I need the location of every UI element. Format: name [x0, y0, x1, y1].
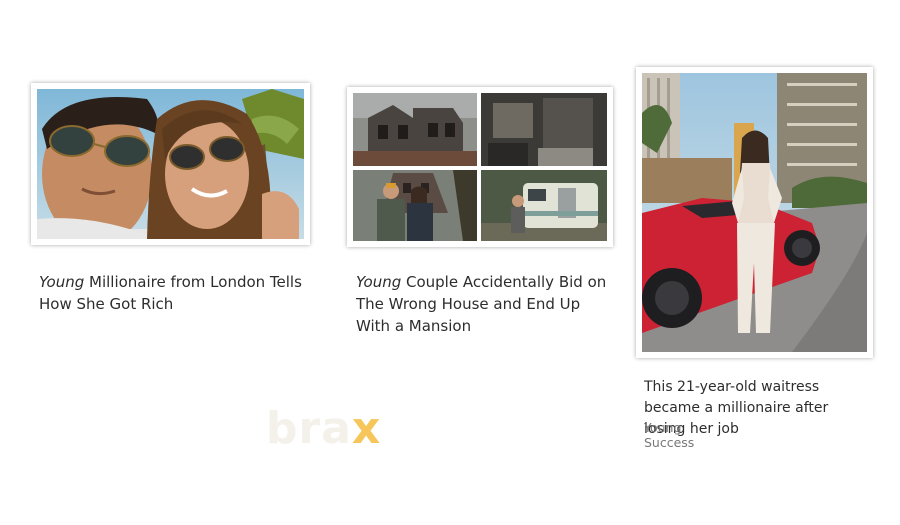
article-image-frame-1[interactable]: [31, 83, 310, 245]
headline-italic-2: Young: [356, 273, 402, 291]
article-image-frame-3[interactable]: [636, 67, 873, 358]
article-headline-2[interactable]: Young Couple Accidentally Bid on The Wro…: [356, 271, 616, 337]
headline-italic-1: Young: [39, 273, 85, 291]
brax-logo: brax: [266, 403, 381, 454]
article-image-frame-2[interactable]: [347, 87, 613, 247]
house-collage-image[interactable]: [353, 93, 607, 241]
couple-selfie-image[interactable]: [37, 89, 304, 239]
brax-logo-text: bra: [266, 403, 352, 454]
brax-logo-accent: x: [351, 403, 382, 454]
article-source-label: Young Success: [644, 420, 695, 450]
woman-sportscar-image[interactable]: [642, 73, 867, 352]
article-headline-1[interactable]: Young Millionaire from London Tells How …: [39, 271, 309, 315]
